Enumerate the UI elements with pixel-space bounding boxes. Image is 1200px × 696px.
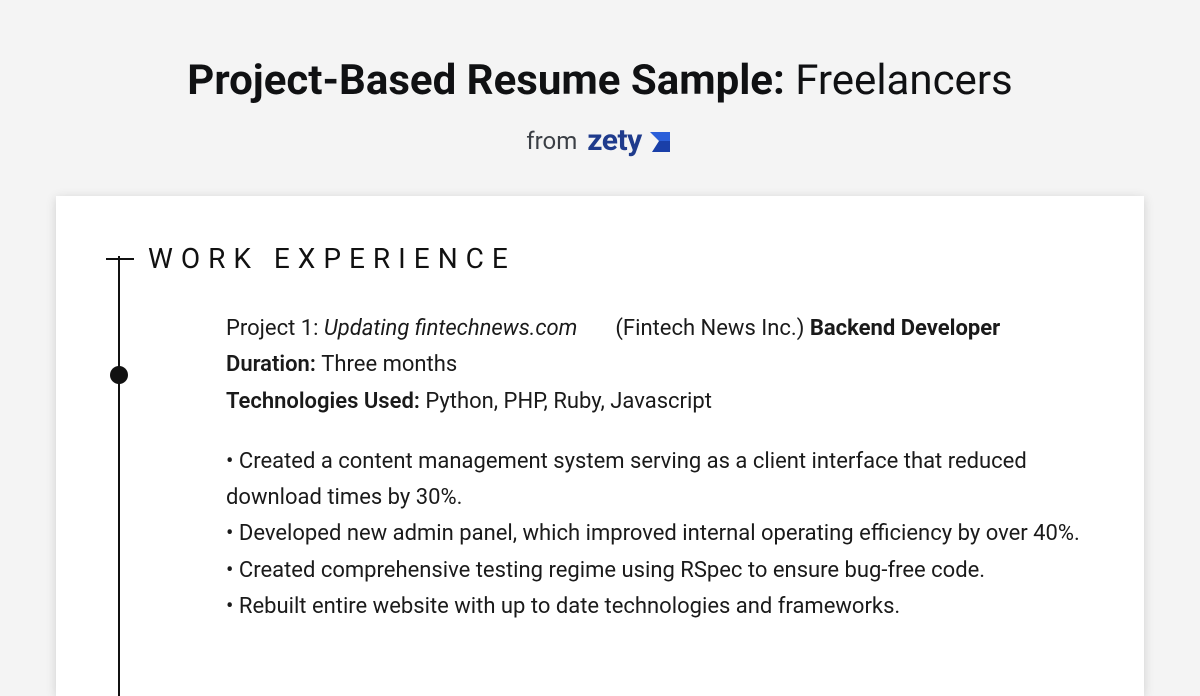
project-content: Project 1: Updating fintechnews.com (Fin… (226, 311, 1094, 625)
project-company-role: (Fintech News Inc.) Backend Developer (615, 311, 1000, 347)
from-line: from zety (0, 123, 1200, 158)
from-text: from (526, 127, 577, 155)
duration-value: Three months (321, 352, 457, 377)
duration-row: Duration: Three months (226, 347, 1094, 383)
title-bold: Project-Based Resume Sample: (187, 56, 785, 105)
timeline-dot-icon (110, 366, 128, 384)
project-label: Project 1: (226, 316, 324, 341)
bullet-item: Developed new admin panel, which improve… (226, 516, 1094, 552)
title-light: Freelancers (785, 56, 1013, 105)
bullet-item: Rebuilt entire website with up to date t… (226, 589, 1094, 625)
bullet-list: Created a content management system serv… (226, 444, 1094, 625)
zety-mark-icon (648, 128, 674, 154)
bullet-item: Created a content management system serv… (226, 444, 1094, 517)
company-name: (Fintech News Inc.) (615, 316, 809, 341)
duration-label: Duration: (226, 352, 321, 377)
tech-row: Technologies Used: Python, PHP, Ruby, Ja… (226, 384, 1094, 420)
project-title: Project 1: Updating fintechnews.com (226, 311, 577, 347)
page-title: Project-Based Resume Sample: Freelancers (0, 0, 1200, 105)
tech-label: Technologies Used: (226, 389, 425, 414)
section-heading-row: WORK EXPERIENCE (106, 242, 1094, 275)
role-name: Backend Developer (810, 316, 1000, 341)
zety-logo: zety (587, 123, 673, 158)
heading-tick (106, 258, 134, 260)
bullet-item: Created comprehensive testing regime usi… (226, 553, 1094, 589)
project-header-row: Project 1: Updating fintechnews.com (Fin… (226, 311, 1094, 347)
section-heading: WORK EXPERIENCE (148, 242, 516, 275)
timeline-line (118, 256, 120, 696)
tech-value: Python, PHP, Ruby, Javascript (425, 389, 712, 414)
project-name: Updating fintechnews.com (324, 316, 577, 341)
brand-text: zety (587, 123, 641, 158)
resume-document: WORK EXPERIENCE Project 1: Updating fint… (56, 196, 1144, 696)
